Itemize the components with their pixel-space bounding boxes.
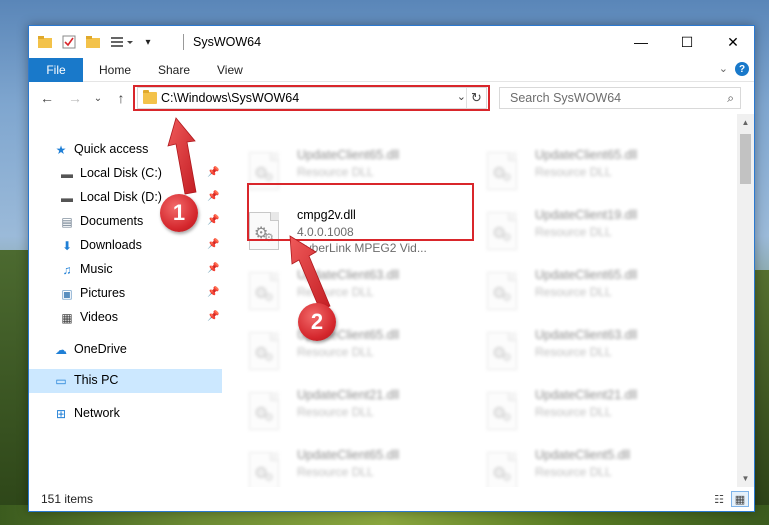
- arrow-2: [289, 235, 331, 311]
- annotation-arrows: [167, 117, 331, 311]
- step-1-badge: 1: [160, 194, 198, 232]
- step-2-badge: 2: [298, 303, 336, 341]
- arrow-1: [167, 117, 197, 195]
